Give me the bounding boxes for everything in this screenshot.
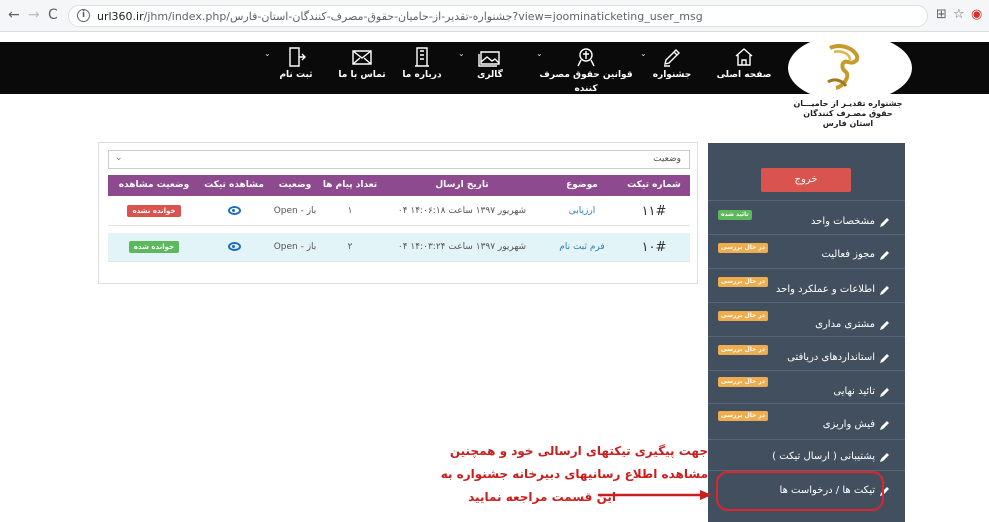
- sidebar-item-unit-profile[interactable]: مشخصات واحد: [708, 216, 905, 227]
- chevron-down-icon: ⌄: [640, 49, 647, 58]
- sidebar-item-license[interactable]: مجوز فعالیت: [708, 249, 905, 260]
- menu-item-signup[interactable]: ⌄ ثبت نام: [260, 46, 332, 82]
- bookmark-star-icon[interactable]: ☆: [953, 7, 965, 22]
- back-icon[interactable]: ←: [8, 7, 20, 23]
- info-icon[interactable]: i: [77, 9, 90, 22]
- divider: [708, 439, 905, 440]
- pencil-icon: [880, 286, 889, 295]
- pencil-icon: [880, 354, 889, 363]
- building-icon: [415, 47, 429, 67]
- festival-icon: [664, 49, 680, 67]
- address-bar[interactable]: i url360.ir/jhm/index.php/جشنواره-تقدیر-…: [68, 5, 928, 27]
- pencil-icon: [880, 321, 889, 330]
- divider: [708, 370, 905, 371]
- address-text: url360.ir/jhm/index.php/جشنواره-تقدیر-از…: [97, 10, 703, 23]
- chevron-down-icon: ⌄: [458, 49, 465, 58]
- sidebar-item-support[interactable]: پشتیبانی ( ارسال تیکت ): [708, 451, 905, 462]
- extension-icon[interactable]: ◉: [971, 7, 982, 22]
- menu-item-gallery[interactable]: ⌄ گالری: [454, 46, 526, 82]
- pencil-icon: [880, 453, 889, 462]
- law-icon: [577, 48, 595, 67]
- divider: [708, 336, 905, 337]
- pencil-icon: [880, 251, 889, 260]
- column-header-ticket-number[interactable]: شماره تیکت: [618, 175, 690, 196]
- menu-item-about[interactable]: درباره ما: [386, 46, 458, 82]
- divider: [708, 268, 905, 269]
- sidebar-item-customer-orientation[interactable]: مشتری مداری: [708, 319, 905, 330]
- menu-item-festival[interactable]: ⌄ جشنواره: [636, 46, 708, 82]
- arrow-icon: [598, 490, 712, 500]
- seen-status-badge: خوانده شده: [128, 241, 180, 253]
- status-filter-select[interactable]: ⌄ وضعیت: [108, 150, 690, 169]
- chevron-down-icon: ⌄: [536, 49, 543, 58]
- column-header-seen-status[interactable]: وضعیت مشاهده: [108, 175, 200, 196]
- divider: [708, 403, 905, 404]
- home-icon: [735, 48, 753, 66]
- forward-icon[interactable]: →: [28, 7, 40, 23]
- seen-status-badge: خوانده نشده: [127, 205, 181, 217]
- translate-icon[interactable]: ⊞: [936, 7, 947, 22]
- divider: [708, 302, 905, 303]
- menu-item-home[interactable]: صفحه اصلی: [708, 46, 780, 82]
- chevron-down-icon: ⌄: [115, 153, 123, 163]
- sidebar-item-standards[interactable]: استانداردهای دریافتی: [708, 352, 905, 363]
- divider: [708, 200, 905, 201]
- column-header-topic[interactable]: موضوع: [546, 175, 618, 196]
- browser-toolbar: ← → C i url360.ir/jhm/index.php/جشنواره-…: [0, 0, 989, 32]
- sidebar-item-final-approval[interactable]: تائید نهایی: [708, 386, 905, 397]
- eye-icon[interactable]: [227, 206, 241, 215]
- sidebar-item-unit-performance[interactable]: اطلاعات و عملکرد واحد: [708, 284, 905, 295]
- divider: [708, 234, 905, 235]
- pencil-icon: [880, 388, 889, 397]
- eye-icon[interactable]: [227, 242, 241, 251]
- chevron-down-icon: ⌄: [264, 49, 271, 58]
- festival-logo-icon: [827, 44, 860, 90]
- column-header-status[interactable]: وضعیت: [268, 175, 322, 196]
- menu-item-consumer-law[interactable]: ⌄ قوانین حقوق مصرف کننده: [532, 46, 640, 96]
- pencil-icon: [880, 218, 889, 227]
- column-header-date[interactable]: تاریخ ارسال: [378, 175, 546, 196]
- signup-icon: [289, 47, 306, 67]
- column-header-view-ticket[interactable]: مشاهده تیکت: [200, 175, 268, 196]
- reload-icon[interactable]: C: [48, 7, 58, 23]
- gallery-icon: [478, 51, 500, 67]
- highlight-outline: [716, 471, 884, 511]
- table-row[interactable]: ۱۰# فرم ثبت نام ۰۴ شهریور ۱۳۹۷ ساعت ۱۴:۰…: [108, 233, 690, 262]
- table-row[interactable]: ۱۱# ارزیابی ۰۴ شهریور ۱۳۹۷ ساعت ۱۴:۰۶:۱۸…: [108, 197, 690, 226]
- sidebar-item-payment-receipt[interactable]: فیش واریزی: [708, 419, 905, 430]
- logo-caption: جشنواره تقدیـر از حامیـــان حقوق مصـرف ک…: [793, 99, 903, 128]
- pencil-icon: [880, 421, 889, 430]
- mail-icon: [352, 50, 372, 65]
- column-header-message-count[interactable]: تعداد پیام ها: [322, 175, 378, 196]
- logout-button[interactable]: خروج: [761, 168, 851, 192]
